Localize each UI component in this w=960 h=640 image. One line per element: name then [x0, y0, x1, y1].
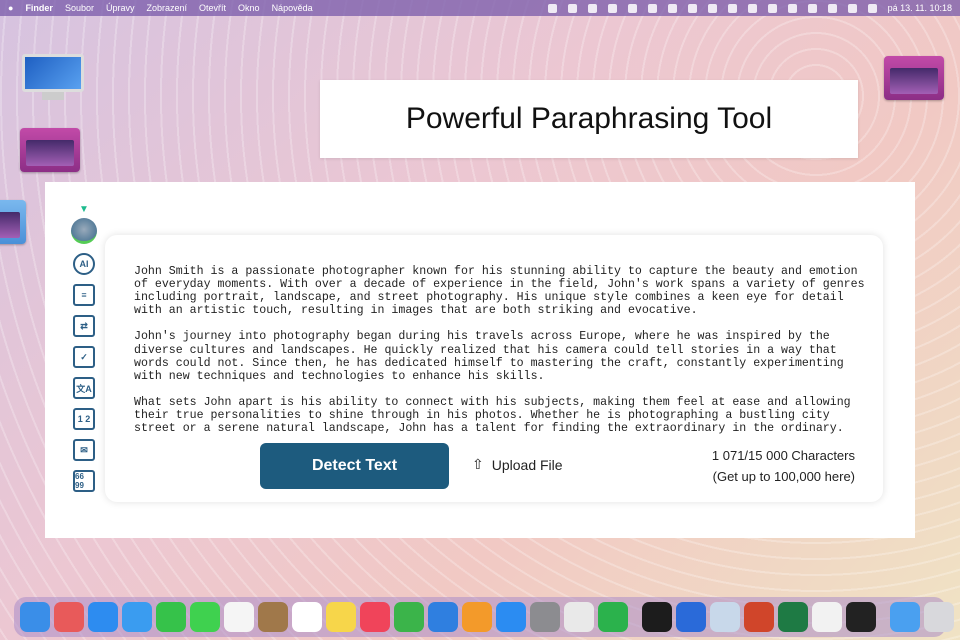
- dock-teamviewer-icon[interactable]: [676, 602, 706, 632]
- control-center-icon[interactable]: [847, 3, 857, 13]
- user-icon[interactable]: [807, 3, 817, 13]
- brain-icon[interactable]: [71, 218, 97, 244]
- menu-soubor[interactable]: Soubor: [65, 3, 94, 13]
- upgrade-link[interactable]: (Get up to 100,000 here): [712, 466, 855, 487]
- status-icon[interactable]: [607, 3, 617, 13]
- dock: [14, 597, 954, 637]
- quote-icon[interactable]: 66 99: [73, 470, 95, 492]
- dock-finder-icon[interactable]: [20, 602, 50, 632]
- workflow-icon[interactable]: ⇄: [73, 315, 95, 337]
- notification-icon[interactable]: [647, 3, 657, 13]
- desktop-folder-icon[interactable]: [0, 200, 26, 244]
- paraphrasing-panel: ▼ AI ≡ ⇄ ✓ 文A 1 2 ✉ 66 99 John Smith is …: [45, 182, 915, 538]
- editor-card: John Smith is a passionate photographer …: [105, 235, 883, 502]
- dock-numbers-icon[interactable]: [394, 602, 424, 632]
- character-counter: 1 071/15 000 Characters (Get up to 100,0…: [712, 445, 855, 487]
- status-icon[interactable]: [587, 3, 597, 13]
- status-icon[interactable]: [667, 3, 677, 13]
- translate-label: 文A: [76, 383, 92, 394]
- page-title: Powerful Paraphrasing Tool: [320, 80, 858, 158]
- menu-zobrazeni[interactable]: Zobrazení: [147, 3, 188, 13]
- upload-file-button[interactable]: ⇧ Upload File: [472, 456, 563, 473]
- paragraph: John Smith is a passionate photographer …: [134, 265, 865, 318]
- malwarebytes-icon[interactable]: [567, 3, 577, 13]
- dock-safari-icon[interactable]: [88, 602, 118, 632]
- document-check-icon[interactable]: ✓: [73, 346, 95, 368]
- translate-icon[interactable]: 文A: [73, 377, 95, 399]
- upload-icon: ⇧: [472, 456, 484, 472]
- script-icon[interactable]: [707, 3, 717, 13]
- search-icon[interactable]: [827, 3, 837, 13]
- email-sparkle-icon[interactable]: ✉: [73, 439, 95, 461]
- dock-terminal-icon[interactable]: [846, 602, 876, 632]
- dock-facetime-icon[interactable]: [156, 602, 186, 632]
- dock-downloads-icon[interactable]: [890, 602, 920, 632]
- dock-pages-icon[interactable]: [462, 602, 492, 632]
- wifi-icon[interactable]: [787, 3, 797, 13]
- dock-excel-icon[interactable]: [778, 602, 808, 632]
- bluetooth-icon[interactable]: [747, 3, 757, 13]
- dock-contacts-icon[interactable]: [258, 602, 288, 632]
- numbers-label: 1 2: [77, 414, 91, 424]
- quote-label: 66 99: [75, 472, 84, 490]
- dock-preview-icon[interactable]: [710, 602, 740, 632]
- paragraph: What sets John apart is his ability to c…: [134, 395, 851, 436]
- char-count: 1 071/15 000 Characters: [711, 448, 855, 463]
- menu-otevrit[interactable]: Otevřít: [199, 3, 226, 13]
- filter-icon[interactable]: ▼: [69, 204, 99, 218]
- dock-app-store-icon[interactable]: [496, 602, 526, 632]
- menu-okno[interactable]: Okno: [238, 3, 260, 13]
- dock-chrome-icon[interactable]: [564, 602, 594, 632]
- detect-text-button[interactable]: Detect Text: [260, 443, 449, 489]
- desktop-folder-icon[interactable]: [20, 128, 80, 172]
- menu-bar: ● Finder Soubor Úpravy Zobrazení Otevřít…: [0, 0, 960, 16]
- dock-reminders-icon[interactable]: [292, 602, 322, 632]
- ai-label: AI: [79, 259, 89, 269]
- dock-messages-icon[interactable]: [190, 602, 220, 632]
- dock-photos-icon[interactable]: [224, 602, 254, 632]
- apple-menu-icon[interactable]: ●: [8, 3, 13, 13]
- desktop-computer-icon[interactable]: [22, 54, 84, 102]
- dropbox-icon[interactable]: [547, 3, 557, 13]
- status-icon[interactable]: [687, 3, 697, 13]
- play-icon[interactable]: [727, 3, 737, 13]
- dock-mail-icon[interactable]: [122, 602, 152, 632]
- checklist-icon[interactable]: ≡: [73, 284, 95, 306]
- tool-sidebar: ▼ AI ≡ ⇄ ✓ 文A 1 2 ✉ 66 99: [69, 204, 99, 492]
- menu-upravy[interactable]: Úpravy: [106, 3, 135, 13]
- menu-finder[interactable]: Finder: [25, 3, 53, 13]
- paragraph: John's journey into photography began du…: [134, 330, 844, 383]
- dock-spotify-icon[interactable]: [642, 602, 672, 632]
- text-input-area[interactable]: John Smith is a passionate photographer …: [134, 265, 869, 448]
- dock-powerpoint-icon[interactable]: [744, 602, 774, 632]
- dock-notes-icon[interactable]: [326, 602, 356, 632]
- dock-script-editor-icon[interactable]: [812, 602, 842, 632]
- dock-keynote-icon[interactable]: [428, 602, 458, 632]
- desktop-folder-icon[interactable]: [884, 56, 944, 100]
- battery-icon[interactable]: [767, 3, 777, 13]
- dock-music-icon[interactable]: [360, 602, 390, 632]
- dock-system-preferences-icon[interactable]: [530, 602, 560, 632]
- upload-label: Upload File: [491, 456, 563, 473]
- menu-napoveda[interactable]: Nápověda: [272, 3, 313, 13]
- dock-trash-icon[interactable]: [924, 602, 954, 632]
- shield-icon[interactable]: [627, 3, 637, 13]
- dock-launchpad-icon[interactable]: [54, 602, 84, 632]
- clock[interactable]: pá 13. 11. 10:18: [888, 3, 952, 13]
- dock-feedly-icon[interactable]: [598, 602, 628, 632]
- number-icon[interactable]: 1 2: [73, 408, 95, 430]
- ai-chat-icon[interactable]: AI: [73, 253, 95, 275]
- siri-icon[interactable]: [867, 3, 877, 13]
